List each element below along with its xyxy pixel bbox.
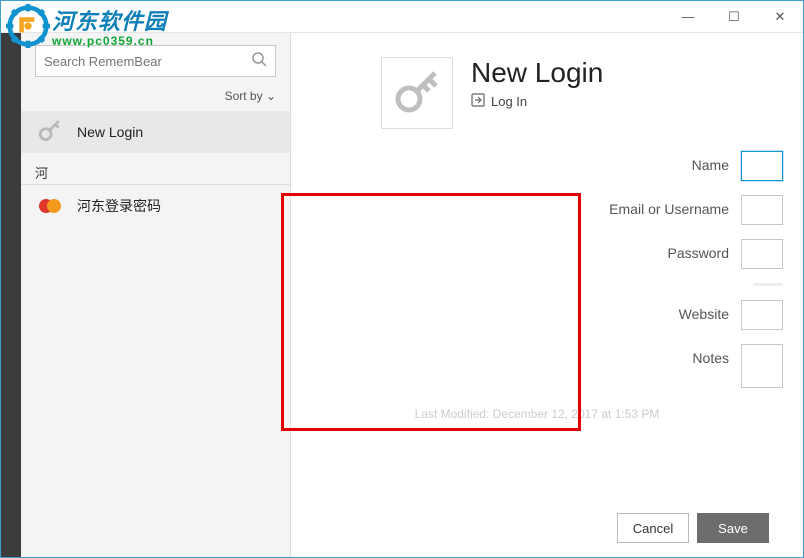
sidebar-item-label: New Login <box>77 124 143 140</box>
sidebar-item-hedong[interactable]: 河东登录密码 <box>21 185 290 227</box>
cancel-button[interactable]: Cancel <box>617 513 689 543</box>
maximize-button[interactable]: ☐ <box>711 1 757 32</box>
page-title: New Login <box>471 57 603 89</box>
password-label: Password <box>291 239 741 261</box>
form: Name Email or Username Password Website <box>291 151 783 499</box>
search-icon <box>251 51 267 72</box>
save-button[interactable]: Save <box>697 513 769 543</box>
close-button[interactable]: ✕ <box>757 1 803 32</box>
name-input[interactable] <box>741 151 783 181</box>
notes-input[interactable] <box>741 344 783 388</box>
login-icon-large <box>381 57 453 129</box>
notes-label: Notes <box>291 344 741 366</box>
titlebar: — ☐ ✕ <box>1 1 803 33</box>
chevron-down-icon: ⌄ <box>266 89 276 103</box>
email-input[interactable] <box>741 195 783 225</box>
email-label: Email or Username <box>291 195 741 217</box>
password-input[interactable] <box>741 239 783 269</box>
website-input[interactable] <box>741 300 783 330</box>
name-label: Name <box>291 151 741 173</box>
key-icon <box>35 117 65 147</box>
sort-by[interactable]: Sort by ⌄ <box>21 85 290 111</box>
main-panel: New Login Log In Name Email or Username <box>291 33 803 557</box>
mastercard-icon <box>35 191 65 221</box>
search-box[interactable] <box>35 45 276 77</box>
login-arrow-icon <box>471 93 485 110</box>
log-in-link[interactable]: Log In <box>471 93 603 110</box>
sidebar: Sort by ⌄ New Login 河 河东登录密码 <box>21 33 291 557</box>
website-label: Website <box>291 300 741 322</box>
sidebar-item-new-login[interactable]: New Login <box>21 111 290 153</box>
sidebar-group: 河 <box>21 157 290 185</box>
last-modified: Last Modified: December 12, 2017 at 1:53… <box>291 407 783 421</box>
nav-rail <box>1 33 21 557</box>
search-input[interactable] <box>44 54 251 69</box>
divider <box>753 283 783 286</box>
sidebar-item-label: 河东登录密码 <box>77 196 161 216</box>
minimize-button[interactable]: — <box>665 1 711 32</box>
